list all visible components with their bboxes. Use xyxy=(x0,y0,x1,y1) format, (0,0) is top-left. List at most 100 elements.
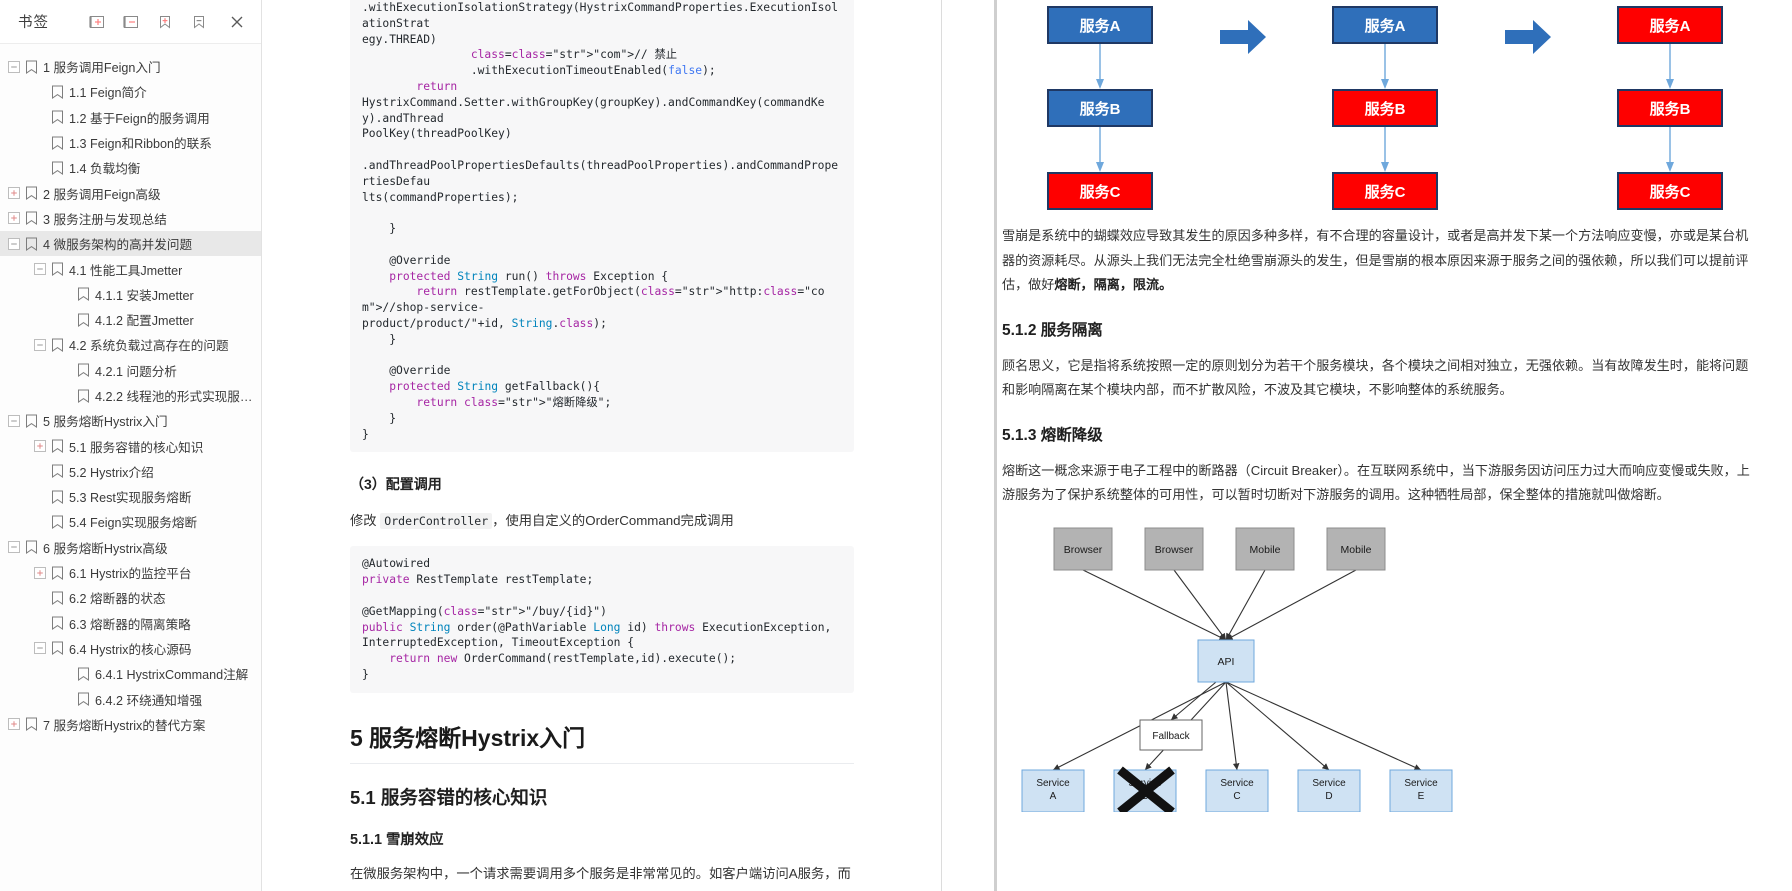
bookmark-sidebar: 书签 1 服务调用Feign入门 1.1 Feign简介 1.2 基于Feign… xyxy=(0,0,262,891)
bookmark-item-label: 6.4.2 环绕通知增强 xyxy=(95,693,203,708)
markdown-editor-pane[interactable]: .withExecutionIsolationStrategy(HystrixC… xyxy=(262,0,942,891)
bookmark-item[interactable]: 4.1.1 安装Jmetter xyxy=(0,282,261,307)
flow-arrow-down-icon xyxy=(1663,44,1677,89)
svg-text:Mobile: Mobile xyxy=(1250,544,1281,556)
collapse-all-icon[interactable] xyxy=(121,12,141,32)
bookmark-item[interactable]: 5.1 服务容错的核心知识 xyxy=(0,433,261,458)
bookmark-item[interactable]: 1.1 Feign简介 xyxy=(0,79,261,104)
bookmark-item[interactable]: 3 服务注册与发现总结 xyxy=(0,206,261,231)
bookmark-item[interactable]: 6 服务熔断Hystrix高级 xyxy=(0,535,261,560)
bookmark-icon xyxy=(24,211,38,226)
bookmark-tree[interactable]: 1 服务调用Feign入门 1.1 Feign简介 1.2 基于Feign的服务调用… xyxy=(0,44,261,891)
collapse-toggle-icon[interactable] xyxy=(8,541,20,554)
service-box: 服务C xyxy=(1332,172,1438,210)
svg-text:Service: Service xyxy=(1312,778,1346,789)
preview-paragraph-isolation: 顾名思义，它是指将系统按照一定的原则划分为若干个服务模块，各个模块之间相对独立，… xyxy=(1002,357,1749,398)
expand-toggle-icon[interactable] xyxy=(34,566,46,579)
expand-all-icon[interactable] xyxy=(87,12,107,32)
bookmark-icon xyxy=(76,312,90,327)
doc-h3-avalanche-effect: 5.1.1 雪崩效应 xyxy=(350,831,444,848)
service-box: 服务C xyxy=(1617,172,1723,210)
bookmark-item[interactable]: 4.2 系统负载过高存在的问题 xyxy=(0,332,261,357)
bookmark-item[interactable]: 6.3 熔断器的隔离策略 xyxy=(0,611,261,636)
paragraph-prefix: 修改 xyxy=(350,513,381,529)
expand-toggle-icon[interactable] xyxy=(8,718,20,731)
architecture-diagram: Browser Browser Mobile Mobile API Fallback Ser… xyxy=(1002,522,1752,812)
bookmark-item[interactable]: 6.2 熔断器的状态 xyxy=(0,585,261,610)
bookmark-item[interactable]: 6.4.2 环绕通知增强 xyxy=(0,686,261,711)
bookmark-icon xyxy=(24,59,38,74)
bookmark-item[interactable]: 4.2.1 问题分析 xyxy=(0,358,261,383)
flow-arrow-down-icon xyxy=(1378,127,1392,172)
sidebar-header: 书签 xyxy=(0,0,261,44)
bookmark-item-label: 6.3 熔断器的隔离策略 xyxy=(69,617,191,632)
expand-toggle-icon[interactable] xyxy=(8,212,20,225)
expand-toggle-icon[interactable] xyxy=(34,440,46,453)
bookmark-item-label: 1.3 Feign和Ribbon的联系 xyxy=(69,137,212,152)
bookmark-icon xyxy=(50,160,64,175)
bookmark-item[interactable]: 6.4.1 HystrixCommand注解 xyxy=(0,661,261,686)
bookmark-item-label: 6 服务熔断Hystrix高级 xyxy=(43,541,168,556)
remove-bookmark-icon[interactable] xyxy=(189,12,209,32)
collapse-toggle-icon[interactable] xyxy=(8,414,20,427)
markdown-preview-pane[interactable]: 服务A 服务B 服务C 服务A 服务B 服务C 服务A 服务B 服务C 雪崩是系统中的蝴蝶效应导… xyxy=(942,0,1792,891)
bookmark-item-label: 4.2.2 线程池的形式实现服务隔离 xyxy=(95,390,261,404)
svg-text:API: API xyxy=(1218,656,1235,668)
bookmark-icon xyxy=(50,489,64,504)
collapse-toggle-icon[interactable] xyxy=(8,60,20,73)
svg-text:Mobile: Mobile xyxy=(1341,544,1372,556)
collapse-toggle-icon[interactable] xyxy=(34,263,46,276)
bookmark-item[interactable]: 4 微服务架构的高并发问题 xyxy=(0,231,261,257)
bookmark-item-label: 4.2.1 问题分析 xyxy=(95,364,177,379)
bookmark-item[interactable]: 6.4 Hystrix的核心源码 xyxy=(0,636,261,661)
bookmark-item[interactable]: 1.2 基于Feign的服务调用 xyxy=(0,105,261,130)
bookmark-item-label: 1 服务调用Feign入门 xyxy=(43,61,161,76)
preview-heading-512: 5.1.2 服务隔离 xyxy=(1002,321,1103,339)
bookmark-item[interactable]: 5.4 Feign实现服务熔断 xyxy=(0,509,261,534)
bookmark-icon xyxy=(76,666,90,681)
collapse-toggle-icon[interactable] xyxy=(8,237,20,250)
bookmark-item[interactable]: 4.1.2 配置Jmetter xyxy=(0,307,261,332)
preview-paragraph-avalanche: 雪崩是系统中的蝴蝶效应导致其发生的原因多种多样，有不合理的容量设计，或者是高并发… xyxy=(1002,224,1752,298)
bookmark-item-label: 4.1 性能工具Jmetter xyxy=(69,263,183,278)
bookmark-item-label: 3 服务注册与发现总结 xyxy=(43,212,167,227)
bookmark-item[interactable]: 1 服务调用Feign入门 xyxy=(0,54,261,79)
bookmark-icon xyxy=(50,590,64,605)
doc-h1-hystrix-intro: 5 服务熔断Hystrix入门 xyxy=(350,719,854,764)
app-root: 书签 1 服务调用Feign入门 1.1 Feign简介 1.2 基于Feign… xyxy=(0,0,1792,891)
bookmark-item[interactable]: 7 服务熔断Hystrix的替代方案 xyxy=(0,712,261,737)
bookmark-item-label: 5.2 Hystrix介绍 xyxy=(69,465,154,480)
svg-text:C: C xyxy=(1233,791,1240,802)
bookmark-item[interactable]: 1.3 Feign和Ribbon的联系 xyxy=(0,130,261,155)
service-box: 服务B xyxy=(1332,89,1438,127)
bookmark-item[interactable]: 5 服务熔断Hystrix入门 xyxy=(0,408,261,433)
section-paragraph-config-call: 修改 OrderController ，使用自定义的OrderCommand完成调… xyxy=(350,508,854,534)
svg-text:Service: Service xyxy=(1404,778,1438,789)
bookmark-item[interactable]: 5.3 Rest实现服务熔断 xyxy=(0,484,261,509)
bookmark-icon xyxy=(50,262,64,277)
service-box: 服务A xyxy=(1047,6,1153,44)
bookmark-item[interactable]: 5.2 Hystrix介绍 xyxy=(0,459,261,484)
code-block-order-command: .withExecutionIsolationStrategy(HystrixC… xyxy=(350,0,854,453)
bookmark-item[interactable]: 1.4 负载均衡 xyxy=(0,155,261,180)
bookmark-item[interactable]: 2 服务调用Feign高级 xyxy=(0,180,261,205)
close-icon[interactable] xyxy=(227,12,247,32)
bookmark-icon xyxy=(50,135,64,150)
bookmark-item-label: 5 服务熔断Hystrix入门 xyxy=(43,415,168,430)
flow-arrow-down-icon xyxy=(1663,127,1677,172)
collapse-toggle-icon[interactable] xyxy=(34,642,46,655)
add-bookmark-icon[interactable] xyxy=(155,12,175,32)
bookmark-icon xyxy=(50,565,64,580)
bookmark-item[interactable]: 4.1 性能工具Jmetter xyxy=(0,256,261,281)
bookmark-item[interactable]: 4.2.2 线程池的形式实现服务隔离 xyxy=(0,383,261,408)
bookmark-icon xyxy=(24,236,38,251)
flow-arrow-down-icon xyxy=(1093,127,1107,172)
bookmark-item-label: 1.1 Feign简介 xyxy=(69,86,147,101)
flow-arrow-down-icon xyxy=(1378,44,1392,89)
bookmark-item[interactable]: 6.1 Hystrix的监控平台 xyxy=(0,560,261,585)
preview-content: 服务A 服务B 服务C 服务A 服务B 服务C 服务A 服务B 服务C 雪崩是系统中的蝴蝶效应导… xyxy=(942,0,1792,812)
sidebar-title: 书签 xyxy=(18,15,49,31)
expand-toggle-icon[interactable] xyxy=(8,187,20,200)
collapse-toggle-icon[interactable] xyxy=(34,338,46,351)
avalanche-diagram: 服务A 服务B 服务C 服务A 服务B 服务C 服务A 服务B 服务C xyxy=(1002,0,1752,210)
